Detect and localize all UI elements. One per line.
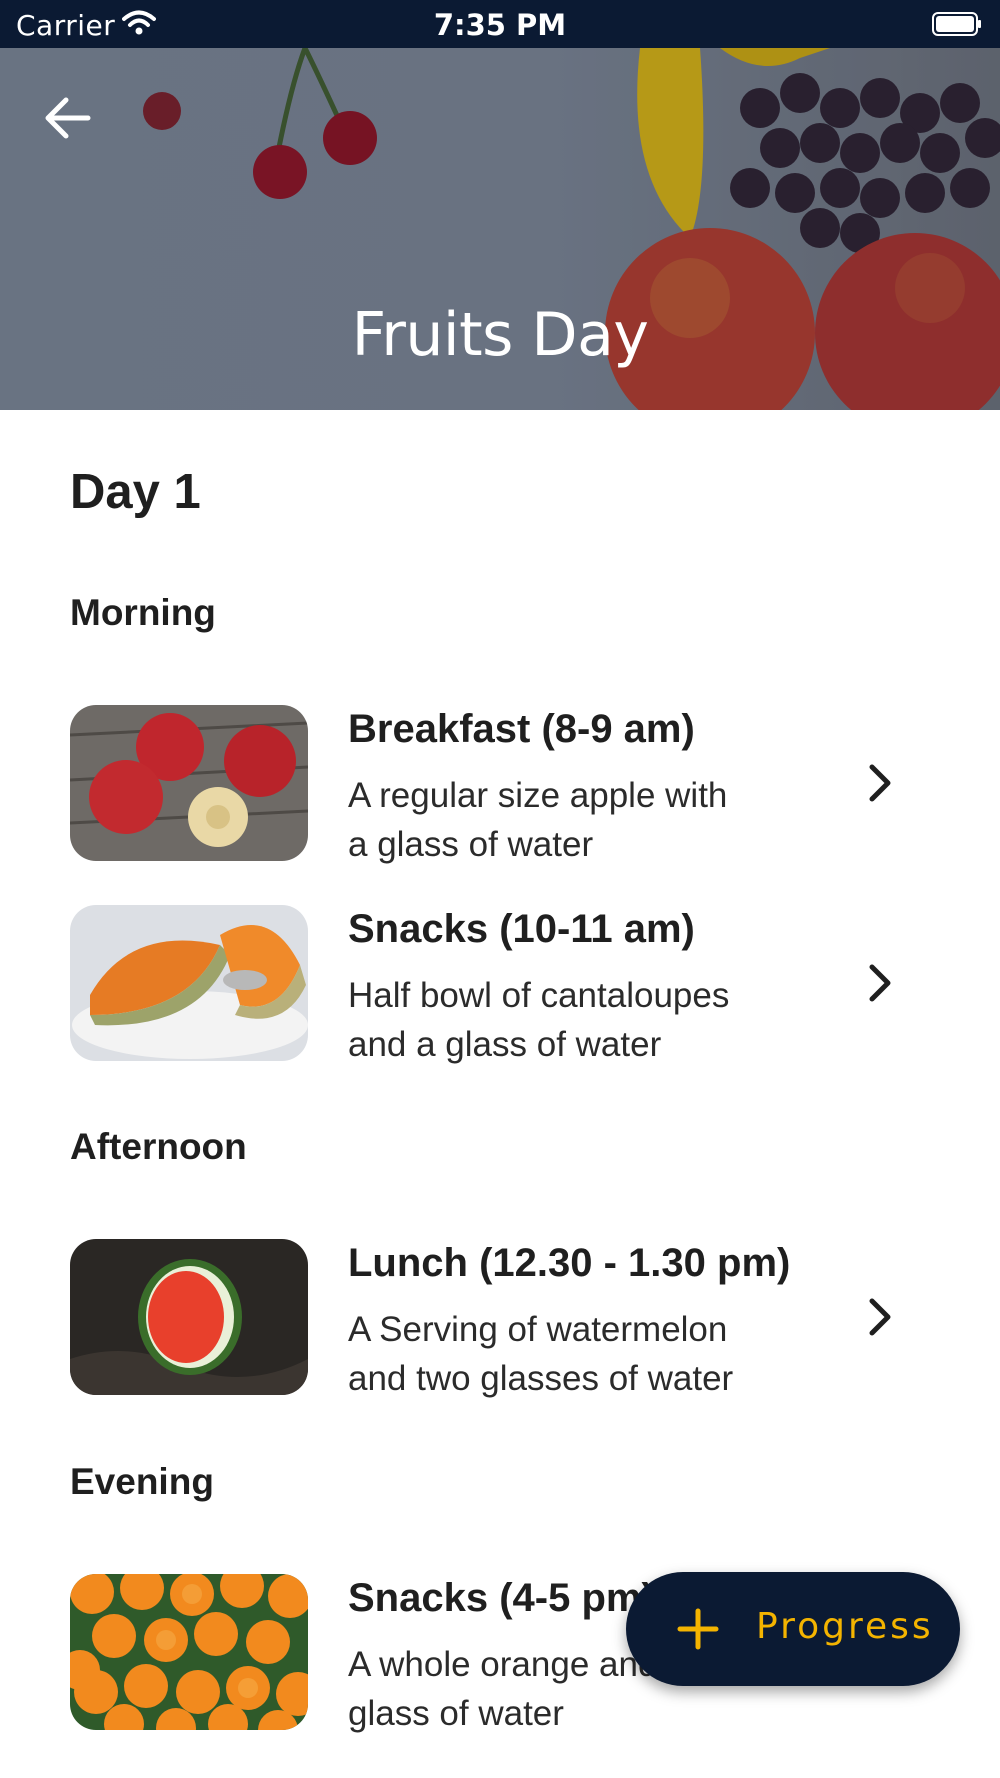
section-title-morning: Morning <box>70 592 216 633</box>
progress-button[interactable]: Progress <box>626 1572 960 1686</box>
meal-description-line: Half bowl of cantaloupes <box>348 976 730 1015</box>
meal-description-line: and a glass of water <box>348 1025 662 1064</box>
progress-button-label: Progress <box>756 1606 934 1647</box>
day-title: Day 1 <box>70 465 201 519</box>
meal-description: Half bowl of cantaloupes and a glass of … <box>348 971 768 1069</box>
meal-description-line: a glass of water <box>348 825 594 864</box>
meal-title: Snacks (4-5 pm) <box>348 1576 655 1620</box>
back-arrow-icon[interactable] <box>40 90 96 146</box>
meal-item-lunch[interactable]: Lunch (12.30 - 1.30 pm) A Serving of wat… <box>70 1239 930 1398</box>
apples-image <box>70 705 308 861</box>
meal-description-line: and two glasses of water <box>348 1359 734 1398</box>
meal-title: Lunch (12.30 - 1.30 pm) <box>348 1241 791 1285</box>
meal-title: Breakfast (8-9 am) <box>348 707 695 751</box>
meal-description-line: A Serving of watermelon <box>348 1310 728 1349</box>
watermelon-image <box>70 1239 308 1395</box>
chevron-right-icon[interactable] <box>862 1295 898 1339</box>
status-time: 7:35 PM <box>433 8 567 42</box>
chevron-right-icon[interactable] <box>862 761 898 805</box>
meal-description-line: A regular size apple with <box>348 776 728 815</box>
meal-description-line: glass of water <box>348 1694 564 1733</box>
hero-header: Fruits Day <box>0 48 1000 410</box>
section-title-afternoon: Afternoon <box>70 1126 247 1167</box>
plus-icon <box>677 1608 719 1650</box>
meal-description: A Serving of watermelon and two glasses … <box>348 1305 768 1403</box>
page-title: Fruits Day <box>351 300 649 370</box>
chevron-right-icon[interactable] <box>862 961 898 1005</box>
meal-item-breakfast[interactable]: Breakfast (8-9 am) A regular size apple … <box>70 705 930 864</box>
cantaloupe-image <box>70 905 308 1061</box>
battery-icon <box>932 12 981 36</box>
status-bar: Carrier 7:35 PM <box>0 0 1000 48</box>
oranges-image <box>70 1574 308 1730</box>
meal-description: A regular size apple with a glass of wat… <box>348 771 768 869</box>
section-title-evening: Evening <box>70 1461 214 1502</box>
meal-item-snacks-morning[interactable]: Snacks (10-11 am) Half bowl of cantaloup… <box>70 905 930 1064</box>
meal-title: Snacks (10-11 am) <box>348 907 695 951</box>
